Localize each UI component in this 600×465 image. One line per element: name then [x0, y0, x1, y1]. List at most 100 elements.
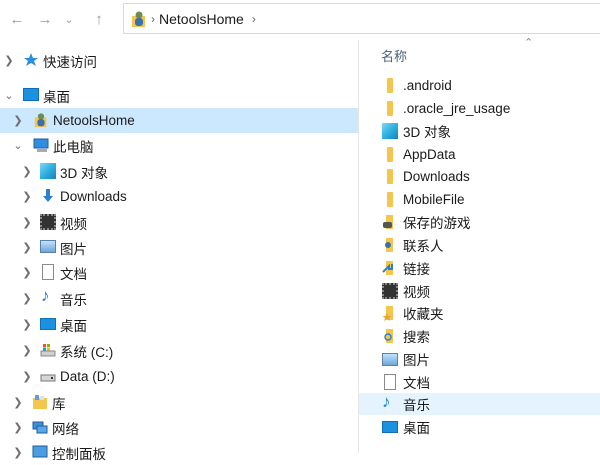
nav-item-label: 系统 (C:): [60, 344, 114, 360]
nav-item-quick-access[interactable]: ❯ 快速访问: [0, 48, 358, 73]
download-arrow-icon: [43, 189, 53, 202]
nav-item-label: 此电脑: [53, 139, 94, 155]
file-item[interactable]: 联系人: [359, 234, 600, 256]
nav-item-this-pc[interactable]: ⌄ 此电脑: [0, 133, 358, 158]
nav-item-netoolshome[interactable]: ❯ NetoolsHome: [0, 108, 358, 133]
nav-item-desktop-pc[interactable]: ❯ 桌面: [0, 312, 358, 337]
expand-chevron-icon[interactable]: ❯: [21, 345, 33, 357]
drive-c-icon: [40, 344, 56, 357]
user-folder-icon: [34, 113, 47, 128]
nav-item-label: 库: [52, 396, 66, 412]
star-icon: [24, 53, 38, 66]
music-note-icon: ♪: [41, 286, 50, 305]
nav-item-label: 文档: [60, 266, 87, 282]
folder-icon: [387, 169, 393, 184]
nav-item-drive-c[interactable]: ❯ 系统 (C:): [0, 338, 358, 363]
file-item-label: AppData: [403, 146, 456, 162]
nav-item-label: NetoolsHome: [53, 113, 135, 128]
file-item[interactable]: Downloads: [359, 165, 600, 187]
breadcrumb-current[interactable]: NetoolsHome: [159, 11, 244, 27]
column-header-name[interactable]: 名称: [381, 46, 407, 65]
contacts-icon: [385, 238, 393, 252]
desktop-icon: [40, 318, 56, 330]
network-icon: [32, 421, 48, 434]
file-item-label: 收藏夹: [403, 307, 444, 322]
address-bar[interactable]: › NetoolsHome ›: [123, 3, 600, 34]
file-item-label: .oracle_jre_usage: [403, 100, 511, 116]
links-icon: [382, 261, 393, 275]
file-item[interactable]: 搜索: [359, 325, 600, 347]
nav-item-label: Data (D:): [60, 369, 115, 384]
expand-chevron-icon[interactable]: ❯: [21, 293, 33, 305]
collapse-chevron-icon[interactable]: ⌄: [3, 90, 15, 102]
file-list-pane: ⌃ 名称 .android .oracle_jre_usage 3D 对象 Ap…: [359, 37, 600, 453]
expand-chevron-icon[interactable]: ❯: [21, 371, 33, 383]
up-arrow-icon[interactable]: ↑: [90, 10, 108, 28]
expand-chevron-icon[interactable]: ❯: [21, 267, 33, 279]
3d-objects-icon: [382, 123, 398, 139]
file-item-label: MobileFile: [403, 191, 465, 207]
searches-icon: [384, 329, 393, 343]
file-item-label: .android: [403, 77, 452, 93]
nav-item-3d-objects[interactable]: ❯ 3D 对象: [0, 159, 358, 184]
nav-item-desktop[interactable]: ⌄ 桌面: [0, 83, 358, 108]
nav-item-documents[interactable]: ❯ 文档: [0, 260, 358, 285]
nav-item-pictures[interactable]: ❯ 图片: [0, 235, 358, 260]
file-item[interactable]: .android: [359, 74, 600, 96]
file-item[interactable]: 3D 对象: [359, 120, 600, 142]
breadcrumb-separator-icon[interactable]: ›: [151, 12, 155, 26]
expand-chevron-icon[interactable]: ❯: [21, 242, 33, 254]
computer-icon: [33, 138, 49, 152]
nav-item-label: 音乐: [60, 292, 87, 308]
expand-chevron-icon[interactable]: ❯: [21, 319, 33, 331]
file-item[interactable]: 链接: [359, 257, 600, 279]
expand-chevron-icon[interactable]: ❯: [12, 397, 24, 409]
3d-objects-icon: [40, 163, 56, 179]
breadcrumb-separator-icon[interactable]: ›: [252, 12, 256, 26]
file-item[interactable]: MobileFile: [359, 188, 600, 210]
expand-chevron-icon[interactable]: ❯: [12, 422, 24, 434]
file-item-label: 视频: [403, 285, 430, 300]
navigation-pane: ❯ 快速访问 ⌄ 桌面 ❯ NetoolsHome ⌄ 此电脑 ❯ 3D 对象 …: [0, 40, 358, 462]
file-item[interactable]: 文档: [359, 371, 600, 393]
saved-games-icon: [383, 215, 393, 229]
folder-icon: [387, 78, 393, 93]
folder-icon: [387, 147, 393, 162]
file-item[interactable]: 视频: [359, 280, 600, 302]
nav-item-drive-d[interactable]: ❯ Data (D:): [0, 364, 358, 389]
expand-chevron-icon[interactable]: ❯: [3, 55, 15, 67]
file-item[interactable]: 桌面: [359, 416, 600, 438]
file-item-label: 桌面: [403, 421, 430, 436]
file-item-label: 文档: [403, 376, 430, 391]
collapse-chevron-icon[interactable]: ⌄: [12, 140, 24, 152]
nav-item-videos[interactable]: ❯ 视频: [0, 210, 358, 235]
file-item[interactable]: AppData: [359, 143, 600, 165]
file-item[interactable]: 收藏夹: [359, 302, 600, 324]
library-icon: [33, 395, 47, 409]
nav-item-label: 快速访问: [43, 54, 97, 70]
file-item[interactable]: 保存的游戏: [359, 211, 600, 233]
music-note-icon: ♪: [382, 392, 391, 411]
nav-item-music[interactable]: ❯ ♪ 音乐: [0, 286, 358, 311]
recent-locations-chevron-icon[interactable]: ⌄: [60, 10, 78, 28]
nav-item-downloads[interactable]: ❯ Downloads: [0, 184, 358, 209]
forward-arrow-icon[interactable]: →: [36, 10, 54, 28]
nav-item-libraries[interactable]: ❯ 库: [0, 390, 358, 415]
file-item[interactable]: 图片: [359, 348, 600, 370]
nav-item-network[interactable]: ❯ 网络: [0, 415, 358, 440]
back-arrow-icon[interactable]: ←: [8, 10, 26, 28]
expand-chevron-icon[interactable]: ❯: [12, 115, 24, 127]
expand-chevron-icon[interactable]: ❯: [21, 191, 33, 203]
address-toolbar: ← → ⌄ ↑ › NetoolsHome ›: [0, 0, 600, 40]
expand-chevron-icon[interactable]: ❯: [21, 166, 33, 178]
video-icon: [382, 283, 398, 299]
file-item[interactable]: ♪ 音乐: [359, 393, 600, 415]
folder-icon: [387, 101, 393, 116]
nav-item-label: 3D 对象: [60, 165, 109, 181]
file-item-label: 联系人: [403, 239, 444, 254]
folder-icon: [387, 192, 393, 207]
file-item[interactable]: .oracle_jre_usage: [359, 97, 600, 119]
favorites-icon: [382, 306, 393, 321]
document-icon: [384, 374, 396, 390]
expand-chevron-icon[interactable]: ❯: [21, 217, 33, 229]
